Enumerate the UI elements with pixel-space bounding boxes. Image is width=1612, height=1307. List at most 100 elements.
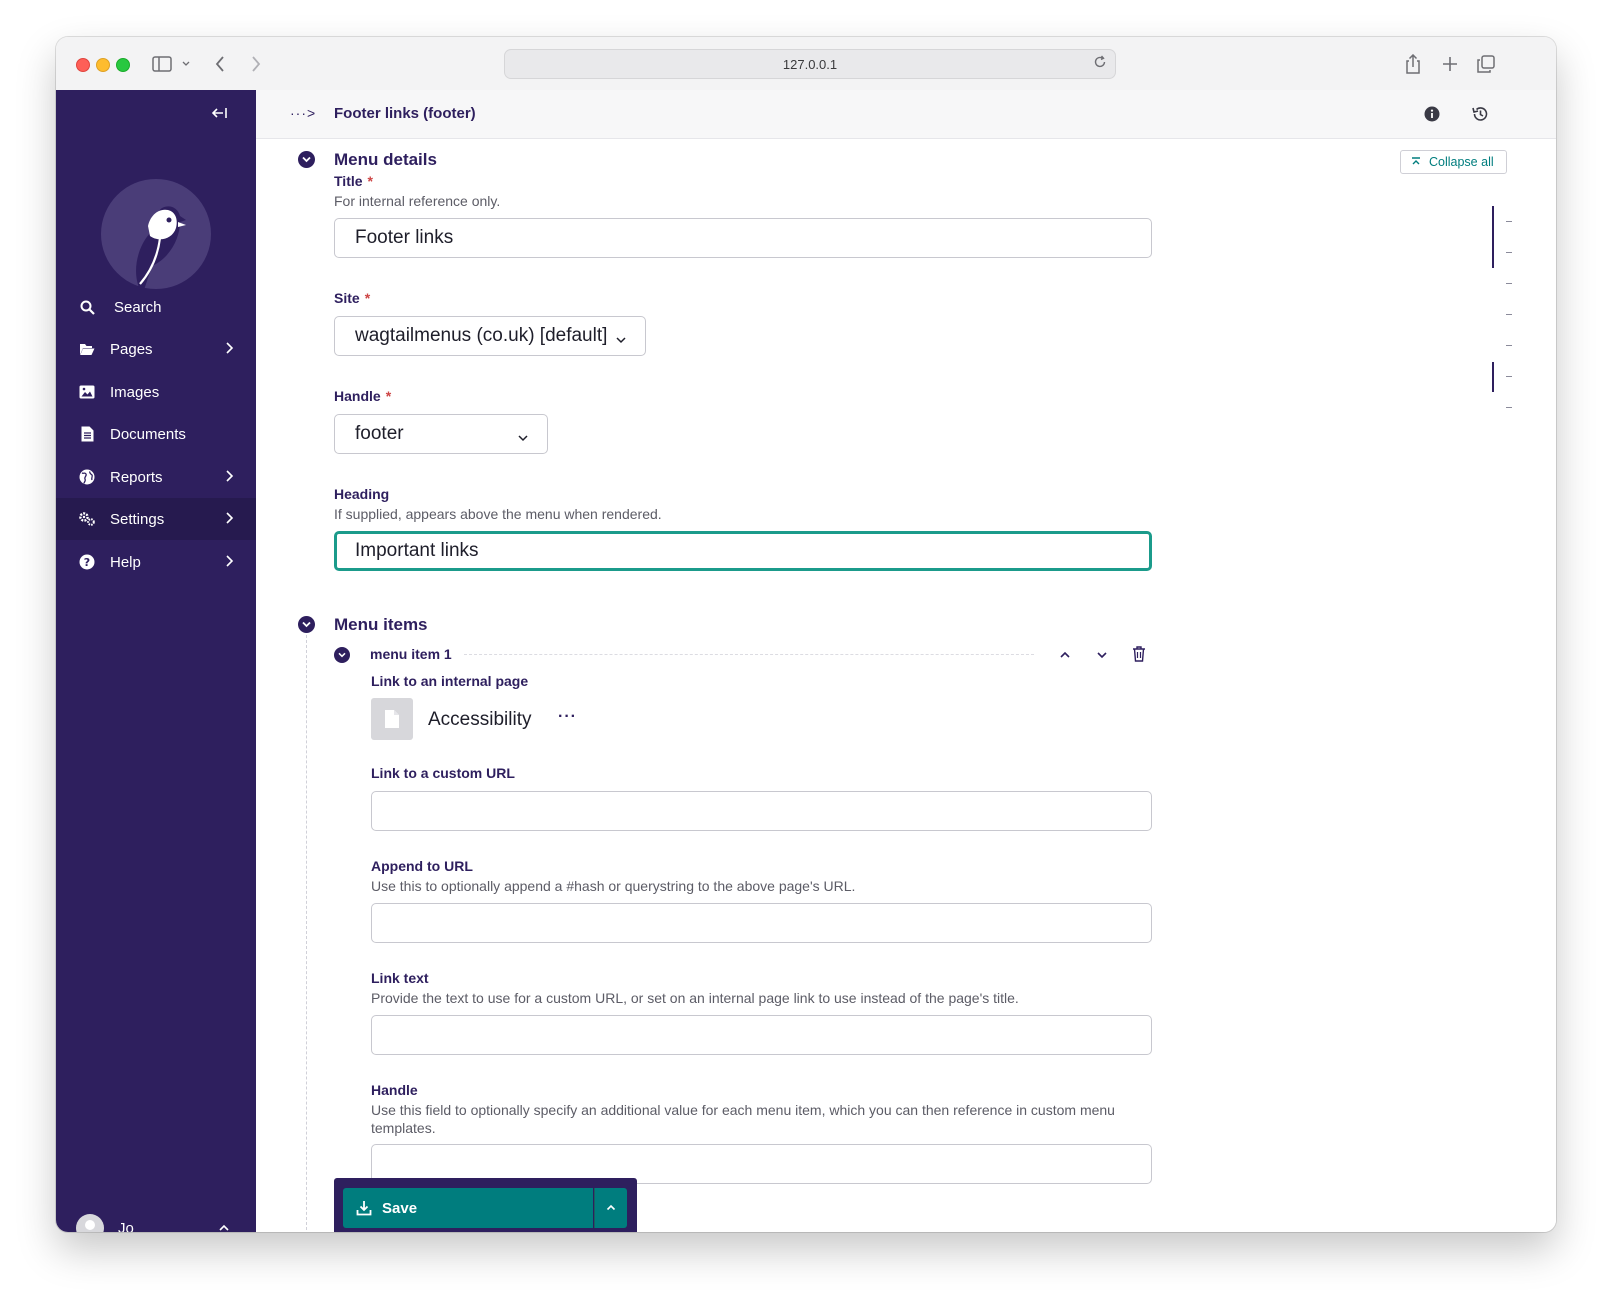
cogs-icon xyxy=(78,510,96,528)
sidebar-toggle-icon[interactable] xyxy=(150,51,174,77)
field-help-title: For internal reference only. xyxy=(334,193,501,209)
field-help-item-handle: Use this field to optionally specify an … xyxy=(371,1102,1115,1136)
zoom-window-button[interactable] xyxy=(116,58,130,72)
field-label-custom-url: Link to a custom URL xyxy=(371,765,515,781)
svg-text:?: ? xyxy=(84,556,90,569)
move-down-icon[interactable] xyxy=(1093,646,1111,664)
chevron-right-icon xyxy=(222,341,236,355)
title-field[interactable]: Footer links xyxy=(334,218,1152,258)
link-text-field[interactable] xyxy=(371,1015,1152,1055)
field-label-handle: Handle * xyxy=(334,388,392,404)
avatar xyxy=(76,1214,104,1232)
collapse-sidebar-icon[interactable] xyxy=(211,106,233,124)
append-url-field[interactable] xyxy=(371,903,1152,943)
collapse-all-button[interactable]: Collapse all xyxy=(1400,150,1507,174)
section-title-menu-details: Menu details xyxy=(334,150,437,169)
linked-page-title: Accessibility xyxy=(428,709,532,730)
menu-item-title: menu item 1 xyxy=(370,646,452,662)
minimize-window-button[interactable] xyxy=(96,58,110,72)
field-help-append-url: Use this to optionally append a #hash or… xyxy=(371,878,856,894)
custom-url-field[interactable] xyxy=(371,791,1152,831)
account-menu[interactable]: Jo xyxy=(76,1213,134,1232)
reload-icon[interactable] xyxy=(1093,55,1107,72)
handle-select[interactable]: footer xyxy=(334,414,548,454)
item-toggle-icon[interactable] xyxy=(334,647,350,663)
field-help-link-text: Provide the text to use for a custom URL… xyxy=(371,990,1019,1006)
sidebar: Search Pages Images Documents Reports Se… xyxy=(56,90,256,1232)
user-name: Jo xyxy=(118,1219,134,1233)
share-icon[interactable] xyxy=(1401,51,1425,77)
more-actions-button[interactable] xyxy=(594,1188,627,1228)
forward-icon[interactable] xyxy=(246,51,266,77)
heading-field[interactable]: Important links xyxy=(334,531,1152,571)
move-up-icon[interactable] xyxy=(1056,646,1074,664)
sidebar-item-label: Images xyxy=(110,383,160,401)
save-label: Save xyxy=(382,1199,418,1217)
sidebar-item-label: Search xyxy=(114,298,162,316)
main-content: ···> Footer links (footer) Collapse all xyxy=(256,90,1556,1232)
chevron-down-icon xyxy=(615,330,627,344)
field-label-link-text: Link text xyxy=(371,970,429,986)
browser-window: 127.0.0.1 Search Pages Images Documents … xyxy=(56,37,1556,1232)
action-footer: Save xyxy=(334,1178,637,1232)
chevron-up-icon xyxy=(606,1204,616,1211)
download-icon xyxy=(356,1200,372,1216)
save-button[interactable]: Save xyxy=(343,1188,593,1228)
page-icon xyxy=(371,698,413,740)
chevron-right-icon xyxy=(222,554,236,568)
sidebar-item-pages[interactable]: Pages xyxy=(56,328,256,370)
section-toggle-icon[interactable] xyxy=(298,616,315,633)
image-icon xyxy=(78,383,96,401)
wagtail-logo[interactable] xyxy=(100,178,212,290)
field-label-title: Title * xyxy=(334,173,373,189)
tab-overview-icon[interactable] xyxy=(1474,51,1498,77)
section-guide-line xyxy=(306,635,307,1232)
field-help-heading: If supplied, appears above the menu when… xyxy=(334,506,662,522)
page-title: Footer links (footer) xyxy=(334,105,476,122)
field-label-append-url: Append to URL xyxy=(371,858,473,874)
section-toggle-icon[interactable] xyxy=(298,151,315,168)
sidebar-item-label: Help xyxy=(110,553,141,571)
back-icon[interactable] xyxy=(210,51,230,77)
url-text: 127.0.0.1 xyxy=(782,56,838,72)
field-label-site: Site * xyxy=(334,290,371,306)
sidebar-item-search[interactable]: Search xyxy=(56,286,256,328)
more-options-button[interactable]: ··· xyxy=(558,708,577,726)
info-icon[interactable] xyxy=(1421,103,1443,125)
new-tab-icon[interactable] xyxy=(1438,51,1462,77)
sidebar-item-help[interactable]: ? Help xyxy=(56,541,256,583)
globe-icon xyxy=(78,468,96,486)
chevron-right-icon xyxy=(222,469,236,483)
document-icon xyxy=(78,425,96,443)
chevron-up-icon[interactable] xyxy=(218,1220,230,1232)
search-icon xyxy=(78,298,96,316)
sidebar-item-settings[interactable]: Settings xyxy=(56,498,256,540)
collapse-icon xyxy=(1412,157,1420,165)
site-select[interactable]: wagtailmenus (co.uk) [default] xyxy=(334,316,646,356)
close-window-button[interactable] xyxy=(76,58,90,72)
sidebar-item-label: Pages xyxy=(110,340,153,358)
field-label-item-handle: Handle xyxy=(371,1082,418,1098)
delete-icon[interactable] xyxy=(1130,645,1148,663)
sidebar-item-documents[interactable]: Documents xyxy=(56,413,256,455)
sidebar-item-label: Documents xyxy=(110,425,186,443)
sidebar-item-label: Reports xyxy=(110,468,163,486)
section-title-menu-items: Menu items xyxy=(334,615,428,634)
item-divider xyxy=(464,654,1034,655)
browser-toolbar: 127.0.0.1 xyxy=(56,37,1556,91)
help-icon: ? xyxy=(78,553,96,571)
sidebar-item-reports[interactable]: Reports xyxy=(56,456,256,498)
sidebar-item-images[interactable]: Images xyxy=(56,371,256,413)
chevron-down-icon[interactable] xyxy=(180,51,192,77)
field-label-link-page: Link to an internal page xyxy=(371,673,529,689)
address-bar[interactable]: 127.0.0.1 xyxy=(504,49,1116,79)
history-icon[interactable] xyxy=(1469,103,1491,125)
chevron-down-icon xyxy=(517,428,529,442)
breadcrumb-toggle[interactable]: ···> xyxy=(290,105,316,121)
sidebar-item-label: Settings xyxy=(110,510,165,528)
collapse-all-label: Collapse all xyxy=(1429,155,1494,169)
folder-open-icon xyxy=(78,340,96,358)
field-label-heading: Heading xyxy=(334,486,390,502)
chevron-right-icon xyxy=(222,511,236,525)
page-header: ···> Footer links (footer) xyxy=(256,90,1556,139)
